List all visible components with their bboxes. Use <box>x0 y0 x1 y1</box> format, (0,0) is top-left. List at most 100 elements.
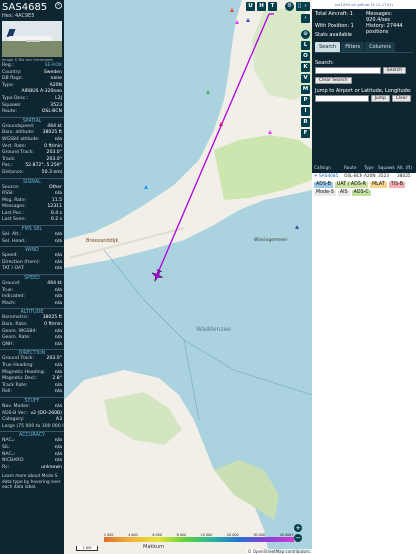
info-row-label: DB flags: <box>2 76 23 82</box>
stats-block: Total Aircraft: 1 With Position: 1 Stats… <box>315 11 413 38</box>
map-button-t[interactable]: T <box>268 2 277 11</box>
aircraft-info-panel: SAS4685 Hex: 4AC9E5 × Image © Rio Van Or… <box>0 0 64 554</box>
section-stuff: STUFF <box>0 396 64 404</box>
tab-columns[interactable]: Columns <box>365 42 395 52</box>
stats-available[interactable]: Stats available <box>315 32 362 38</box>
info-row: TAT / OAT: n/a <box>0 266 64 273</box>
info-row-value: n/a <box>54 458 62 464</box>
legend-chip-mode-s[interactable]: Mode-S <box>314 190 336 196</box>
info-row: Geom. Rate: n/a <box>0 335 64 342</box>
collapse-panel-icon[interactable]: › <box>301 2 310 11</box>
map-button-k[interactable]: K <box>301 63 310 72</box>
col-altitude[interactable]: Alt. (ft) <box>395 165 416 173</box>
info-row-value[interactable]: SE-ROK <box>45 63 62 70</box>
info-row-value: 52.872°, 5.259° <box>25 163 62 169</box>
info-row-label: True Heading: <box>2 362 34 368</box>
info-row-value: n/a <box>54 253 62 259</box>
info-row: NICBARO: n/a <box>0 458 64 465</box>
legend-chip-ads-b[interactable]: ADS-B <box>314 182 333 188</box>
map-button-f[interactable]: F <box>301 129 310 138</box>
fms-list: Sel. Alt.: n/a Sel. Head.: n/a <box>0 232 64 245</box>
col-type[interactable]: Type <box>362 165 376 173</box>
map-button-u[interactable]: U <box>246 2 255 11</box>
place-label: Makkum <box>143 544 165 550</box>
settings-icon[interactable]: ⚙ <box>285 2 294 11</box>
legend-chip-tis-b[interactable]: TIS-B <box>388 182 405 188</box>
tab-filters[interactable]: Filters <box>341 42 365 52</box>
tab-search[interactable]: Search <box>315 42 341 52</box>
clear-jump-button[interactable]: Clear <box>391 95 412 102</box>
map-canvas[interactable] <box>64 0 312 554</box>
map-attribution[interactable]: © OpenStreetMap contributors. <box>246 549 312 554</box>
info-row: Sel. Alt.: n/a <box>0 232 64 239</box>
col-route[interactable]: Route <box>342 165 362 173</box>
search-input[interactable] <box>315 67 381 74</box>
legend-chip-ais[interactable]: AIS <box>337 190 350 196</box>
jump-button[interactable]: Jump <box>370 95 391 102</box>
map-button-p[interactable]: P <box>301 96 310 105</box>
col-squawk[interactable]: Squawk <box>376 165 395 173</box>
info-row-label: Rc: <box>2 464 10 470</box>
info-row-label: Pos.: <box>2 163 13 169</box>
search-button[interactable]: Search <box>382 67 407 74</box>
info-row-label: Distance: <box>2 169 24 175</box>
info-row-label: NACₚ: <box>2 438 16 444</box>
place-label: Waddenzee <box>196 326 231 333</box>
close-icon[interactable]: × <box>55 2 62 9</box>
info-row-value: n/a <box>54 362 62 368</box>
recenter-icon[interactable]: ⊙ <box>301 30 310 39</box>
map-button-v[interactable]: V <box>301 74 310 83</box>
map-button-m[interactable]: M <box>301 85 310 94</box>
info-row-value: A3 <box>55 417 62 423</box>
aircraft-photo[interactable] <box>2 21 62 57</box>
info-row-label: WGS84 altitude: <box>2 136 40 142</box>
info-row-label: Barometric: <box>2 315 29 321</box>
info-row-value: n/a <box>54 403 62 409</box>
map-button-i[interactable]: I <box>301 107 310 116</box>
table-row[interactable]: ✈ SAS4685 OSL-BCN A20N 3523 38025 <box>312 173 416 180</box>
info-row: Sel. Head.: n/a <box>0 239 64 246</box>
map-view[interactable]: Breezanddijk Waddenzee Makkum Wieringerm… <box>64 0 312 554</box>
info-row: AIRBUS A-320neo <box>0 89 64 96</box>
info-row-label: Type: <box>2 82 15 88</box>
info-row-value: n/a <box>54 136 62 142</box>
info-row-label: Ground Track: <box>2 356 34 362</box>
info-row: Pos.: 52.872°, 5.259° <box>0 163 64 170</box>
info-row-value: n/a <box>54 335 62 341</box>
info-row-value: 0.2 s <box>50 217 62 223</box>
map-button-h[interactable]: H <box>257 2 266 11</box>
info-row-value: 38025 ft <box>42 315 62 321</box>
info-row-label: Type Desc.: <box>2 95 29 101</box>
jump-input[interactable] <box>315 95 369 102</box>
stuff-list: Nav. Modes: n/a ADS-B Ver.: v2 (DO-260B) Cat… <box>0 404 64 430</box>
info-row: RSSI: n/a <box>0 191 64 198</box>
info-row-value: 2.8° <box>52 376 62 382</box>
col-callsign[interactable]: Callsign <box>312 165 342 173</box>
info-row: QNH: n/a <box>0 342 64 349</box>
info-row-label: Ground: <box>2 281 21 287</box>
place-label: Wieringermeer <box>254 238 288 243</box>
legend-chip-uat-ads-r[interactable]: UAT / ADS-R <box>334 182 368 188</box>
legend-chip-mlat[interactable]: MLAT <box>369 182 387 188</box>
basic-info-list: Reg.: SE-ROK Country: Sweden DB flags: none Ty… <box>0 63 64 116</box>
legend-chip-ads-c[interactable]: ADS-C <box>351 190 371 196</box>
map-button-r[interactable]: R <box>301 118 310 127</box>
selected-aircraft-icon[interactable] <box>149 268 165 284</box>
zoom-out-button[interactable]: − <box>294 534 302 542</box>
clear-search-button[interactable]: Clear Search <box>315 77 352 84</box>
table-header: Callsign Route Type Squawk Alt. (ft) <box>312 165 416 173</box>
map-button-l[interactable]: L <box>301 41 310 50</box>
map-button-o[interactable]: O <box>301 52 310 61</box>
row-squawk: 3523 <box>378 174 389 179</box>
github-link[interactable]: tar1090 on github (3.11.1741) <box>312 0 416 9</box>
zoom-in-button[interactable]: + <box>294 524 302 532</box>
info-row-label: Last Seen: <box>2 217 27 223</box>
aircraft-list-panel: tar1090 on github (3.11.1741) Total Airc… <box>312 0 416 554</box>
direction-list: Ground Track: 203.0° True Heading: n/a Magne… <box>0 356 64 396</box>
expand-panel-icon[interactable]: ‹ <box>301 14 310 23</box>
info-row-label: Sel. Alt.: <box>2 232 22 238</box>
info-row-label: SIL: <box>2 444 11 450</box>
info-row-value: n/a <box>54 266 62 272</box>
history-value: positions <box>365 29 389 35</box>
info-row-label: Ground Track: <box>2 150 34 156</box>
